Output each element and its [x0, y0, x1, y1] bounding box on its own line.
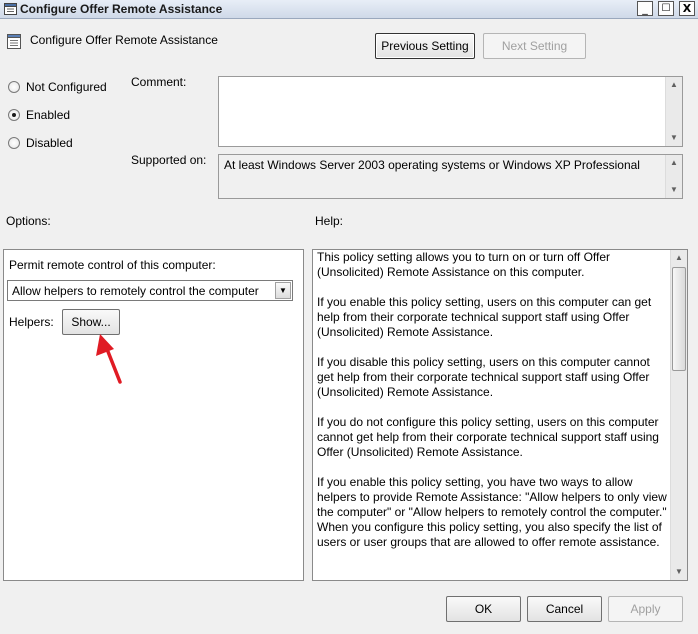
policy-icon [7, 34, 21, 49]
scroll-down-icon[interactable]: ▼ [671, 564, 687, 580]
policy-icon [4, 3, 17, 15]
remote-control-dropdown[interactable]: Allow helpers to remotely control the co… [7, 280, 293, 301]
scroll-thumb[interactable] [672, 267, 686, 371]
apply-button[interactable]: Apply [608, 596, 683, 622]
scroll-up-icon[interactable]: ▲ [666, 77, 682, 93]
scroll-down-icon[interactable]: ▼ [666, 130, 682, 146]
red-arrow-icon [96, 334, 122, 384]
comment-field[interactable]: ▲ ▼ [218, 76, 683, 147]
supported-field: At least Windows Server 2003 operating s… [218, 154, 683, 199]
radio-indicator[interactable] [8, 109, 20, 121]
chevron-down-icon[interactable]: ▼ [275, 282, 291, 299]
radio-indicator[interactable] [8, 137, 20, 149]
radio-indicator[interactable] [8, 81, 20, 93]
helpers-label: Helpers: [9, 315, 54, 329]
radio-label: Enabled [26, 108, 71, 122]
policy-title: Configure Offer Remote Assistance [30, 33, 218, 47]
radio-label: Not Configured [26, 80, 107, 94]
radio-not-configured[interactable]: Not Configured [8, 79, 107, 95]
cancel-button[interactable]: Cancel [527, 596, 602, 622]
help-paragraph: If you disable this policy setting, user… [317, 355, 650, 399]
help-paragraph: If you enable this policy setting, you h… [317, 475, 667, 549]
dropdown-value: Allow helpers to remotely control the co… [12, 284, 259, 298]
radio-label: Disabled [26, 136, 73, 150]
help-paragraph: If you enable this policy setting, users… [317, 295, 652, 339]
maximize-button[interactable]: ☐ [658, 1, 674, 16]
scroll-down-icon[interactable]: ▼ [666, 182, 682, 198]
ok-button[interactable]: OK [446, 596, 521, 622]
help-paragraph: This policy setting allows you to turn o… [317, 250, 611, 279]
close-button[interactable]: X [679, 1, 695, 16]
help-heading: Help: [315, 214, 344, 228]
comment-scrollbar[interactable]: ▲ ▼ [665, 77, 682, 146]
next-setting-button[interactable]: Next Setting [483, 33, 586, 59]
supported-scrollbar[interactable]: ▲ ▼ [665, 155, 682, 198]
help-paragraph: If you do not configure this policy sett… [317, 415, 659, 459]
help-text: This policy setting allows you to turn o… [317, 250, 667, 565]
scroll-up-icon[interactable]: ▲ [671, 250, 687, 266]
supported-label: Supported on: [131, 153, 207, 167]
previous-setting-button[interactable]: Previous Setting [375, 33, 475, 59]
options-heading: Options: [6, 214, 51, 228]
permit-label: Permit remote control of this computer: [9, 258, 216, 272]
radio-disabled[interactable]: Disabled [8, 135, 73, 151]
radio-enabled[interactable]: Enabled [8, 107, 70, 123]
minimize-button[interactable]: _ [637, 1, 653, 16]
scroll-up-icon[interactable]: ▲ [666, 155, 682, 171]
comment-label: Comment: [131, 75, 187, 89]
title-bar: Configure Offer Remote Assistance _ ☐ X [0, 0, 698, 19]
window-title: Configure Offer Remote Assistance [20, 2, 223, 16]
help-scrollbar[interactable]: ▲ ▼ [670, 250, 687, 580]
supported-value: At least Windows Server 2003 operating s… [224, 158, 640, 172]
